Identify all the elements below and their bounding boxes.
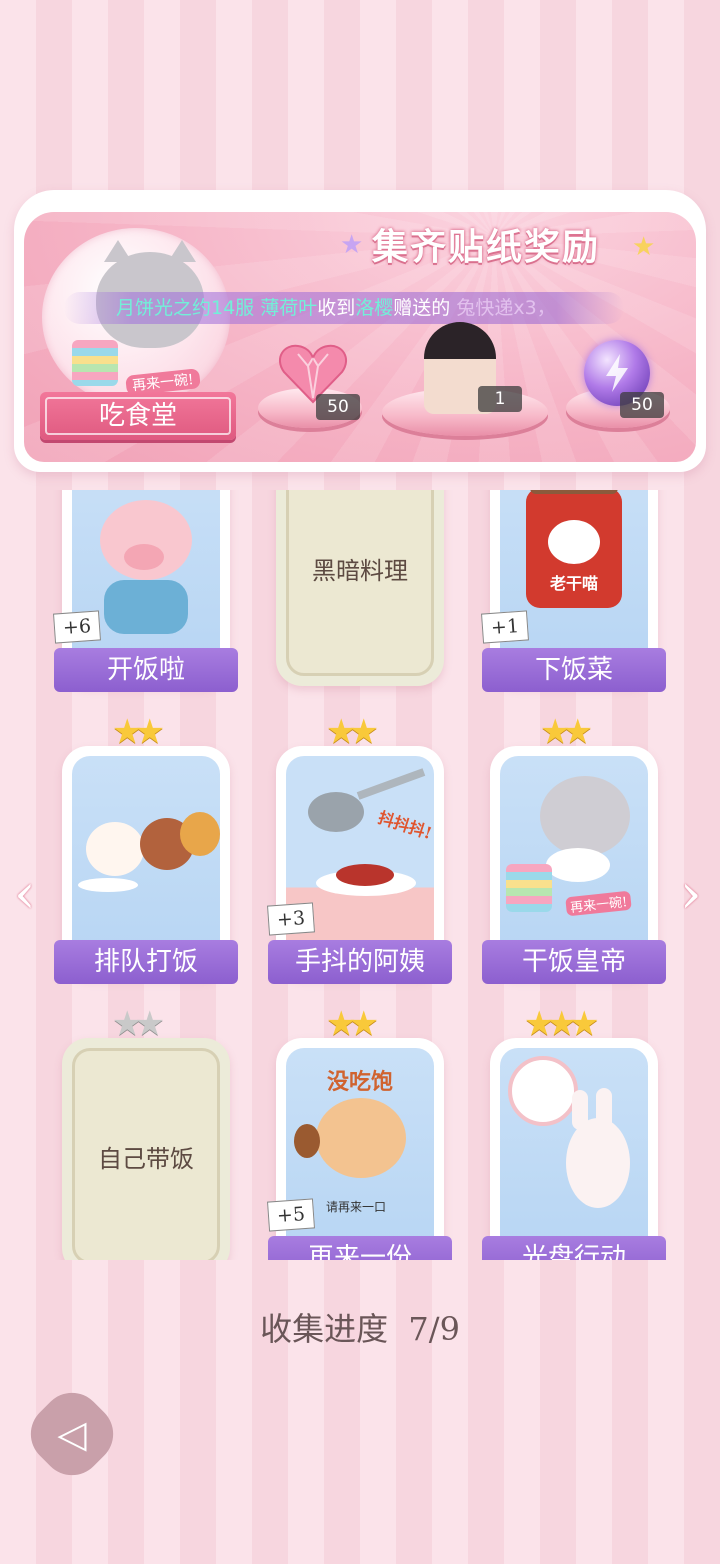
card-art — [500, 1048, 648, 1260]
bunny-ear — [572, 1090, 588, 1130]
card-label: 再来一份 — [268, 1236, 452, 1260]
bonus-tag: +1 — [481, 610, 529, 644]
star-icon: ★ — [340, 230, 364, 260]
bonus-tag: +3 — [267, 902, 315, 936]
reward-title: 集齐贴纸奖励 — [372, 227, 601, 268]
next-page-arrow[interactable]: › — [680, 862, 702, 925]
ladle-icon — [308, 792, 364, 832]
card-art: 黑暗料理 — [286, 490, 434, 676]
pig-shirt — [104, 580, 188, 634]
art-caption: 没吃饱 — [326, 1069, 393, 1095]
ticker-text: ， — [536, 297, 556, 319]
hamster-icon — [316, 1098, 406, 1178]
reward-count: 50 — [316, 394, 360, 420]
rice-bowl-icon — [546, 848, 610, 882]
meat-icon — [336, 864, 394, 886]
sticker-card[interactable]: 抖抖抖! +3 手抖的阿姨 — [267, 746, 452, 984]
spoon-icon — [294, 1124, 320, 1158]
cat-icon — [540, 776, 630, 856]
sticker-card[interactable]: +6 开饭啦 — [53, 490, 238, 692]
progress-value: 7/9 — [408, 1310, 460, 1348]
announcement-ticker: 月饼光之约14服 薄荷叶收到洛樱赠送的 兔快递x3， — [64, 292, 624, 324]
ticker-text: 赠送的 — [393, 297, 451, 319]
ticker-recipient: 洛樱 — [355, 297, 394, 319]
ticker-sender: 薄荷叶 — [260, 297, 318, 319]
star-icon: ★ — [632, 232, 656, 262]
card-label: 干饭皇帝 — [482, 940, 666, 984]
jar-lid — [530, 490, 618, 494]
pig-snout — [124, 544, 164, 570]
card-art: 自己带饭 — [72, 1048, 220, 1260]
cat-icon — [548, 520, 600, 564]
card-label: 开饭啦 — [54, 648, 238, 692]
bonus-tag: +6 — [53, 610, 101, 644]
card-label: 光盘行动 — [482, 1236, 666, 1260]
bowls-icon — [72, 340, 118, 386]
bunny-ear — [596, 1088, 612, 1130]
sticker-card[interactable]: 没吃饱 请再来一口 +5 再来一份 — [267, 1038, 452, 1260]
ticker-server: 月饼光之约14服 — [116, 297, 255, 319]
back-icon: ◁ — [57, 1412, 87, 1456]
progress-label: 收集进度 — [260, 1310, 389, 1348]
sticker-grid: +6 开饭啦 黑暗料理 老干喵 +1 下饭菜 ★★ 排队打饭 ★★ 抖抖抖! +… — [0, 490, 720, 1260]
ladle-handle — [356, 768, 426, 800]
art-caption: 请再来一口 — [326, 1200, 387, 1214]
sticker-card[interactable]: 老干喵 +1 下饭菜 — [481, 490, 666, 692]
art-caption: 抖抖抖! — [375, 807, 434, 843]
cat-icon — [86, 822, 144, 876]
bunny-icon — [566, 1118, 630, 1208]
card-label: 黑暗料理 — [312, 556, 408, 585]
art-caption: 再来一碗! — [565, 890, 633, 917]
prev-page-arrow[interactable]: ‹ — [14, 862, 36, 925]
plate-icon — [78, 878, 138, 892]
card-art: 再来一碗! — [500, 756, 648, 968]
collection-progress: 收集进度 7/9 — [0, 1304, 720, 1350]
sticker-card[interactable]: 再来一碗! 干饭皇帝 — [482, 746, 666, 984]
sticker-card-locked[interactable]: 自己带饭 — [62, 1038, 230, 1260]
sticker-card[interactable]: 排队打饭 — [54, 746, 238, 984]
card-label: 排队打饭 — [54, 940, 238, 984]
lightning-icon — [606, 354, 628, 392]
card-art: 抖抖抖! — [286, 756, 434, 968]
reward-count: 50 — [620, 392, 664, 418]
reward-count: 1 — [478, 386, 522, 412]
fox-icon — [180, 812, 220, 856]
bowls-icon — [506, 864, 552, 912]
card-label: 下饭菜 — [482, 648, 666, 692]
back-button[interactable]: ◁ — [18, 1380, 126, 1488]
bonus-tag: +5 — [267, 1198, 315, 1232]
card-label: 自己带饭 — [98, 1144, 194, 1173]
jar-label: 老干喵 — [549, 574, 598, 593]
ticker-item: 兔快递x3 — [456, 297, 537, 319]
sticker-card[interactable]: 光盘行动 — [482, 1038, 666, 1260]
ticker-text: 收到 — [317, 297, 356, 319]
cafeteria-label[interactable]: 吃食堂 — [40, 392, 236, 440]
card-label: 手抖的阿姨 — [268, 940, 452, 984]
plate-icon — [508, 1056, 578, 1126]
card-art — [72, 756, 220, 968]
sticker-card-locked[interactable]: 黑暗料理 — [276, 490, 444, 686]
